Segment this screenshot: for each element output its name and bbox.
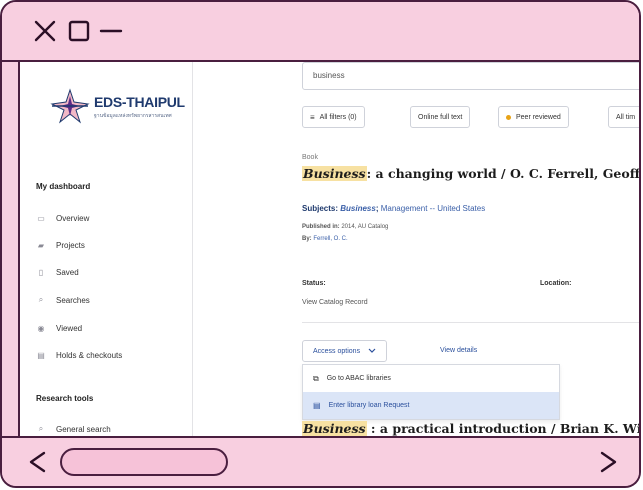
horizontal-scrollbar-thumb[interactable] bbox=[60, 448, 228, 476]
minimize-icon[interactable] bbox=[98, 18, 124, 44]
close-icon[interactable] bbox=[32, 18, 58, 44]
subjects-label: Subjects: bbox=[302, 204, 339, 213]
chip-label: Online full text bbox=[418, 113, 463, 121]
menu-item-label: Go to ABAC libraries bbox=[326, 375, 391, 382]
sidebar-item-label: Holds & checkouts bbox=[56, 350, 123, 360]
window-bottombar bbox=[2, 436, 639, 486]
access-options-label: Access options bbox=[313, 347, 361, 355]
sidebar-item-searches[interactable]: ⌕ Searches bbox=[36, 292, 186, 308]
result-title[interactable]: Business: a changing world / O. C. Ferre… bbox=[302, 166, 641, 181]
title-rest: : a changing world / O. C. Ferrell, Geof… bbox=[366, 166, 641, 181]
chevron-down-icon bbox=[368, 348, 376, 353]
all-time-filter[interactable]: All tim bbox=[608, 106, 639, 128]
author-link[interactable]: Ferrell, O. C. bbox=[313, 236, 347, 242]
divider bbox=[302, 322, 639, 323]
window-titlebar bbox=[2, 2, 639, 62]
filter-icon: ≡ bbox=[310, 112, 315, 122]
sidebar-item-label: Overview bbox=[56, 213, 90, 223]
viewed-icon: ◉ bbox=[37, 323, 45, 333]
sidebar-item-saved[interactable]: ▯ Saved bbox=[36, 264, 186, 280]
sidebar-item-holds[interactable]: ▤ Holds & checkouts bbox=[36, 347, 186, 363]
browser-frame: EDS-THAIPUL ฐานข้อมูลแหล่งทรัพยากรสารสนเ… bbox=[0, 0, 641, 488]
logo[interactable]: EDS-THAIPUL ฐานข้อมูลแหล่งทรัพยากรสารสนเ… bbox=[50, 86, 190, 130]
menu-item-label: Enter library loan Request bbox=[328, 402, 410, 409]
online-full-text-filter[interactable]: Online full text bbox=[410, 106, 471, 128]
peer-reviewed-dot-icon bbox=[506, 114, 511, 120]
sidebar-item-projects[interactable]: ▰ Projects bbox=[36, 237, 186, 253]
sidebar-item-label: Searches bbox=[56, 295, 90, 305]
logo-star-icon bbox=[50, 88, 90, 124]
menu-item-abac-libraries[interactable]: ⧉ Go to ABAC libraries bbox=[303, 365, 559, 392]
search-input[interactable]: business bbox=[302, 62, 639, 90]
page-viewport: EDS-THAIPUL ฐานข้อมูลแหล่งทรัพยากรสารสนเ… bbox=[18, 62, 641, 442]
result-subjects: Subjects: Business; Management -- United… bbox=[302, 204, 486, 213]
title-highlight: Business bbox=[302, 421, 367, 436]
chip-label: Peer reviewed bbox=[516, 113, 561, 121]
sidebar-item-viewed[interactable]: ◉ Viewed bbox=[36, 320, 186, 336]
chevron-right-icon[interactable] bbox=[598, 450, 620, 474]
subject-management-link[interactable]: Management -- United States bbox=[381, 204, 486, 213]
result-title[interactable]: Business : a practical introduction / Br… bbox=[302, 421, 641, 436]
published-in: Published in: 2014, AU Catalog bbox=[302, 224, 388, 230]
sidebar-item-label: General search bbox=[56, 424, 111, 434]
all-filters-button[interactable]: ≡ All filters (0) bbox=[302, 106, 365, 128]
saved-icon: ▯ bbox=[38, 267, 44, 277]
search-icon: ⌕ bbox=[38, 424, 44, 433]
holds-icon: ▤ bbox=[37, 350, 45, 360]
author-line: By: Ferrell, O. C. bbox=[302, 236, 348, 242]
status-label: Status: bbox=[302, 280, 326, 287]
maximize-icon[interactable] bbox=[66, 18, 92, 44]
view-catalog-record-link[interactable]: View Catalog Record bbox=[302, 299, 368, 306]
menu-item-library-loan[interactable]: ▤ Enter library loan Request bbox=[303, 392, 559, 419]
title-highlight: Business bbox=[302, 166, 367, 181]
chip-label: All tim bbox=[616, 113, 636, 121]
by-label: By: bbox=[302, 236, 312, 242]
peer-reviewed-filter[interactable]: Peer reviewed bbox=[498, 106, 569, 128]
searches-icon: ⌕ bbox=[38, 295, 44, 304]
overview-icon: ▭ bbox=[37, 213, 45, 223]
access-options-menu: ⧉ Go to ABAC libraries ▤ Enter library l… bbox=[302, 364, 560, 420]
sidebar-item-label: Projects bbox=[56, 240, 85, 250]
chip-label: All filters (0) bbox=[319, 113, 357, 121]
logo-name: EDS-THAIPUL bbox=[94, 94, 185, 110]
sidebar-item-general-search[interactable]: ⌕ General search bbox=[36, 421, 186, 437]
sidebar: EDS-THAIPUL ฐานข้อมูลแหล่งทรัพยากรสารสนเ… bbox=[20, 62, 193, 442]
access-options-button[interactable]: Access options bbox=[302, 340, 388, 362]
projects-icon: ▰ bbox=[37, 240, 45, 250]
sidebar-item-label: Saved bbox=[56, 267, 79, 277]
subject-business-link[interactable]: Business bbox=[340, 204, 376, 213]
title-rest: : a practical introduction / Brian K. Wi… bbox=[366, 421, 641, 436]
external-link-icon: ⧉ bbox=[313, 373, 319, 383]
location-label: Location: bbox=[540, 280, 572, 287]
view-details-link[interactable]: View details bbox=[440, 347, 477, 354]
dashboard-heading: My dashboard bbox=[36, 182, 91, 191]
form-icon: ▤ bbox=[313, 401, 321, 410]
published-value: 2014, AU Catalog bbox=[341, 224, 389, 230]
logo-subtitle: ฐานข้อมูลแหล่งทรัพยากรสารสนเทศ bbox=[94, 113, 172, 119]
sidebar-item-overview[interactable]: ▭ Overview bbox=[36, 210, 186, 226]
published-label: Published in: bbox=[302, 224, 340, 230]
chevron-left-icon[interactable] bbox=[26, 450, 48, 474]
result-type: Book bbox=[302, 154, 318, 161]
sidebar-item-label: Viewed bbox=[56, 323, 83, 333]
research-tools-heading: Research tools bbox=[36, 394, 94, 403]
